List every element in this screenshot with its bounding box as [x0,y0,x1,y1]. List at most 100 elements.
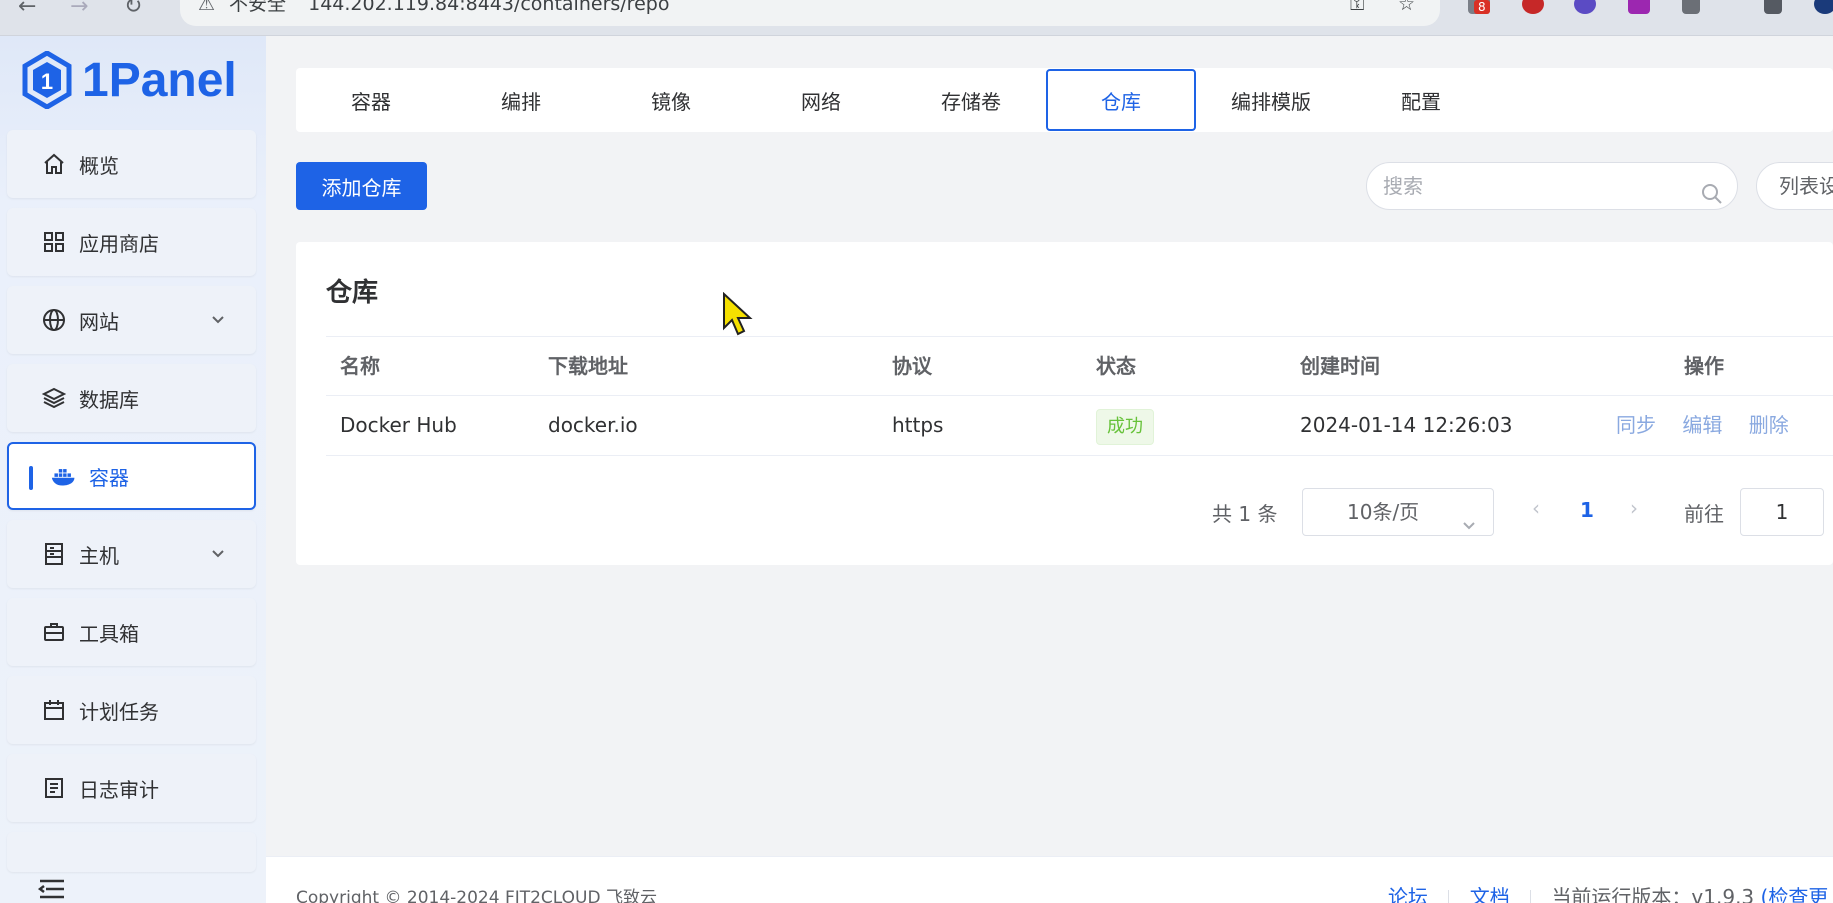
tab-compose-templates[interactable]: 编排模版 [1196,68,1346,132]
svg-text:1: 1 [41,69,53,94]
page-size-value: 10条/页 [1347,500,1420,524]
sidebar-item-app-store[interactable]: 应用商店 [7,208,256,276]
check-update-link[interactable]: (检查更 [1761,885,1829,903]
docker-icon [51,463,77,489]
column-header: 下载地址 [548,354,628,378]
add-repo-button[interactable]: 添加仓库 [296,162,427,210]
sidepanel-icon[interactable] [1764,0,1782,14]
mouse-cursor-icon [722,291,756,340]
active-indicator [29,466,33,490]
goto-label: 前往 [1684,502,1724,526]
extension-icon[interactable]: 8 [1468,0,1490,14]
sidebar-item-label: 主机 [79,543,119,568]
goto-page-input[interactable]: 1 [1740,488,1824,536]
pagination-total: 共 1 条 [1212,502,1278,526]
globe-icon [41,307,67,333]
browser-toolbar: ← → ↻ ⚠ 不安全 144.202.119.84:8443/container… [0,0,1833,36]
server-icon [41,541,67,567]
profile-icon[interactable] [1814,0,1833,14]
footer: Copyright © 2014-2024 FIT2CLOUD 飞致云 论坛 文… [266,856,1833,903]
extension-badge: 8 [1474,0,1490,14]
forward-icon[interactable]: → [70,0,88,19]
tab-containers[interactable]: 容器 [296,68,446,132]
tab-volumes[interactable]: 存储卷 [896,68,1046,132]
reload-icon[interactable]: ↻ [124,0,142,19]
logo-text: 1Panel [82,53,237,107]
logo-icon: 1 [20,50,74,110]
tab-bar: 容器 编排 镜像 网络 存储卷 仓库 编排模版 配置 [296,68,1833,132]
url-text: 144.202.119.84:8443/containers/repo [308,0,670,15]
repo-download-url: docker.io [548,413,638,437]
sidebar-item-cron[interactable]: 计划任务 [7,676,256,744]
chevron-down-icon [210,308,226,332]
list-settings-button[interactable]: 列表设 [1756,162,1833,210]
tab-repo[interactable]: 仓库 [1046,69,1196,131]
logo[interactable]: 1 1Panel [20,50,237,110]
sidebar-item-logs[interactable]: 日志审计 [7,754,256,822]
extension-icon[interactable] [1628,0,1650,14]
status-badge: 成功 [1096,408,1154,445]
extension-icon[interactable] [1574,0,1596,14]
card-title: 仓库 [326,278,379,308]
table-row: Docker Hub docker.io https 成功 2024-01-14… [326,396,1833,456]
forum-link[interactable]: 论坛 [1388,885,1428,903]
star-icon[interactable]: ☆ [1398,0,1415,14]
repo-name: Docker Hub [340,413,457,437]
log-icon [41,775,67,801]
version-text: 当前运行版本：v1.9.3 [1551,885,1755,903]
search-input[interactable]: 搜索 [1366,162,1738,210]
column-header: 名称 [340,354,380,378]
tab-images[interactable]: 镜像 [596,68,746,132]
next-page-icon[interactable]: › [1630,496,1638,520]
key-icon[interactable]: ⚿ [1350,0,1364,14]
sidebar-item-label: 容器 [89,465,129,490]
sidebar-item-label: 应用商店 [79,231,159,256]
tab-settings[interactable]: 配置 [1346,68,1496,132]
sidebar-item-label: 日志审计 [79,777,159,802]
security-label: 不安全 [229,0,287,15]
tab-compose[interactable]: 编排 [446,68,596,132]
table-header: 名称 下载地址 协议 状态 创建时间 操作 [326,336,1833,396]
chevron-down-icon [1461,503,1477,549]
divider [1530,889,1532,903]
column-header: 创建时间 [1300,354,1380,378]
pagination: 共 1 条 10条/页 ‹ 1 › 前往 1 [296,486,1833,536]
search-placeholder: 搜索 [1383,174,1423,198]
sidebar-item-label: 数据库 [79,387,139,412]
sidebar-item-database[interactable]: 数据库 [7,364,256,432]
sidebar-item-host[interactable]: 主机 [7,520,256,588]
home-icon [41,151,67,177]
sidebar-item-website[interactable]: 网站 [7,286,256,354]
sidebar-item-overview[interactable]: 概览 [7,130,256,198]
sidebar-item-toolbox[interactable]: 工具箱 [7,598,256,666]
calendar-icon [41,697,67,723]
back-icon[interactable]: ← [18,0,36,19]
repo-protocol: https [892,413,944,437]
sidebar-item-label: 工具箱 [79,621,139,646]
page-size-select[interactable]: 10条/页 [1302,488,1494,536]
menu-collapse-icon[interactable] [37,878,66,903]
copyright-text: Copyright © 2014-2024 FIT2CLOUD 飞致云 [296,888,657,903]
divider [1448,889,1450,903]
tab-network[interactable]: 网络 [746,68,896,132]
sidebar-item-containers[interactable]: 容器 [7,442,256,510]
footer-links: 论坛 文档 当前运行版本：v1.9.3 (检查更 [1388,881,1828,903]
column-header: 协议 [892,354,932,378]
sidebar-item-partial[interactable] [7,832,256,872]
edit-button[interactable]: 编辑 [1682,413,1722,437]
delete-button[interactable]: 删除 [1749,413,1789,437]
current-page[interactable]: 1 [1580,498,1594,522]
puzzle-icon[interactable] [1682,0,1700,14]
sidebar-item-label: 概览 [79,153,119,178]
docs-link[interactable]: 文档 [1470,885,1510,903]
prev-page-icon[interactable]: ‹ [1532,496,1540,520]
layers-icon [41,385,67,411]
row-actions: 同步 编辑 删除 [1616,396,1809,454]
repo-card: 仓库 名称 下载地址 协议 状态 创建时间 操作 Docker Hub dock… [296,242,1833,565]
sidebar: 1 1Panel 概览 应用商店 网站 数据库 容器 主机 工具箱 计划任务 日… [0,36,266,903]
address-bar[interactable]: ⚠ 不安全 144.202.119.84:8443/containers/repo… [180,0,1440,26]
search-icon[interactable] [1701,175,1723,221]
ublock-icon[interactable] [1522,0,1544,14]
sync-button[interactable]: 同步 [1616,413,1656,437]
chevron-down-icon [210,542,226,566]
